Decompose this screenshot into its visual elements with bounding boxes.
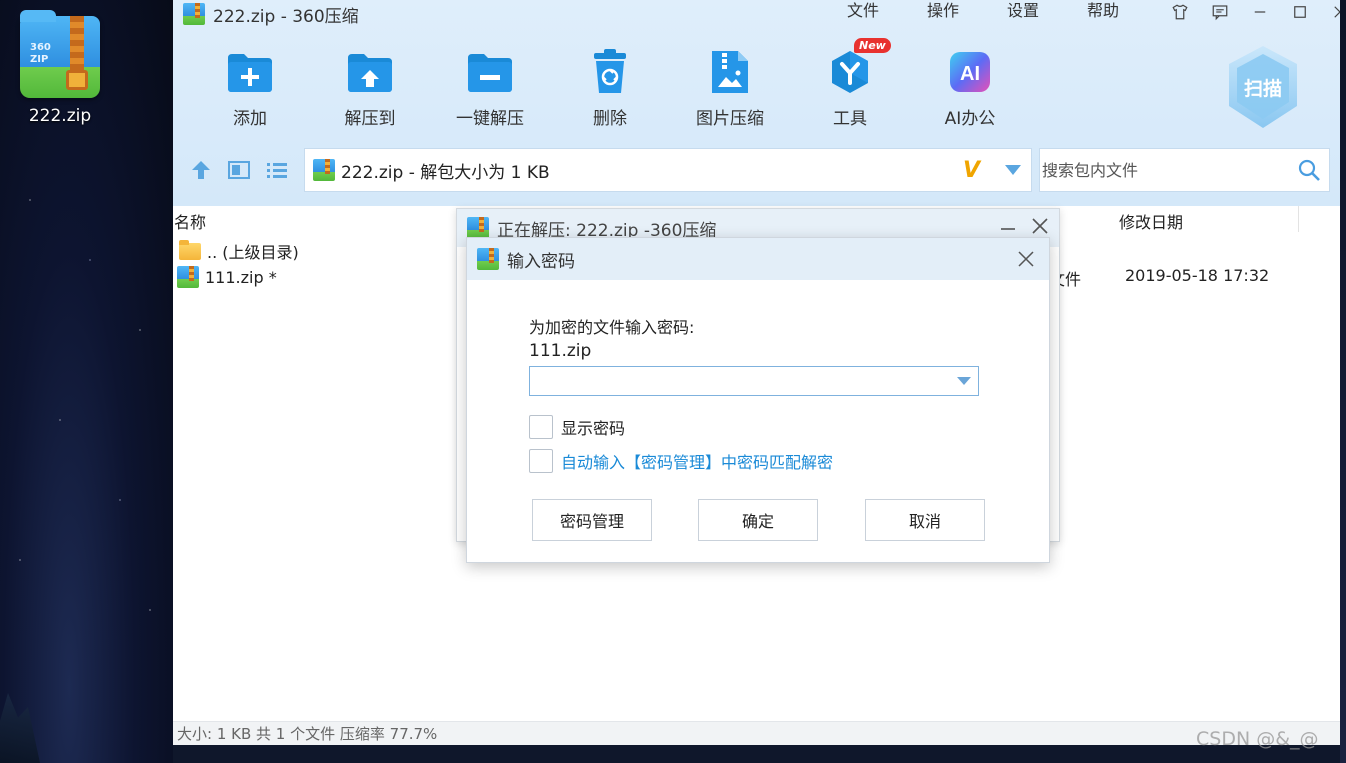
toolbar: 添加 解压到 一键解压 删除 图片压缩 New 工具 AI AI办公 [190,38,1030,129]
password-manager-button[interactable]: 密码管理 [532,499,652,541]
new-badge: New [854,38,891,53]
watermark: CSDN @&_@ [1196,728,1319,750]
toolbar-add-label: 添加 [233,109,267,129]
folder-icon [179,239,201,260]
address-text: 222.zip - 解包大小为 1 KB [341,162,550,183]
maximize-icon[interactable] [1287,0,1313,24]
extract-to-icon [346,48,394,96]
chevron-down-icon[interactable] [950,377,978,385]
desktop-icon-label: 222.zip [28,106,92,126]
toolbar-image-compress-label: 图片压缩 [696,109,764,129]
column-name[interactable]: 名称 [174,209,206,233]
scan-button[interactable]: 扫描 [1225,44,1301,130]
minimize-icon[interactable] [999,217,1017,235]
v-logo-icon[interactable]: V [963,158,989,183]
address-dropdown-icon[interactable] [995,165,1031,175]
desktop-background: 360 ZIP 222.zip [0,0,173,763]
ai-glyph: AI [960,63,980,85]
menu-file[interactable]: 文件 [823,0,903,22]
tree-silhouette [0,693,40,763]
menu-help[interactable]: 帮助 [1063,0,1143,22]
scan-label: 扫描 [1243,77,1282,100]
address-zip-icon [313,159,335,181]
list-item-name: .. (上级目录) [207,243,299,262]
show-password-checkbox[interactable]: 显示密码 [529,415,625,439]
toolbar-delete-label: 删除 [593,109,627,129]
desktop-edge-bottom [173,745,1340,763]
show-password-label: 显示密码 [561,419,626,438]
ok-button[interactable]: 确定 [698,499,818,541]
list-item-modified: 2019-05-18 17:32 [1125,266,1270,285]
desktop-icon-222-zip[interactable]: 360 ZIP 222.zip [18,10,102,126]
column-modified[interactable]: 修改日期 [1119,209,1183,233]
search-icon[interactable] [1289,159,1329,181]
tools-icon [826,48,874,96]
menu-bar: 文件 操作 设置 帮助 [823,0,1143,22]
zip-file-icon [177,266,199,288]
list-view-icon[interactable] [265,158,289,182]
password-dialog-titlebar: 输入密码 [467,238,1049,280]
encrypted-filename: 111.zip [529,341,592,361]
toolbar-extract-to-label: 解压到 [344,109,396,129]
address-bar[interactable]: 222.zip - 解包大小为 1 KB V [304,148,1032,192]
list-item-name: 111.zip * [205,267,277,287]
password-dialog-zip-icon [477,248,499,270]
status-bar: 大小: 1 KB 共 1 个文件 压缩率 77.7% [173,721,1340,745]
thumbnail-view-icon[interactable] [227,158,251,182]
feedback-icon[interactable] [1207,0,1233,24]
menu-actions[interactable]: 操作 [903,0,983,22]
password-input[interactable] [530,367,950,395]
toolbar-tools-label: 工具 [833,109,867,129]
password-dialog-title: 输入密码 [507,251,575,272]
column-separator[interactable] [1298,206,1299,232]
toolbar-ai-office-button[interactable]: AI AI办公 [910,48,1030,129]
cancel-button[interactable]: 取消 [865,499,985,541]
image-compress-icon [706,48,754,96]
checkbox-box[interactable] [529,449,553,473]
checkbox-box[interactable] [529,415,553,439]
up-arrow-icon[interactable] [189,158,213,182]
password-dialog: 输入密码 为加密的文件输入密码: 111.zip 显示密码 自动输入【密码管理】… [466,237,1050,563]
zip-archive-icon: 360 ZIP [20,10,100,98]
auto-fill-checkbox[interactable]: 自动输入【密码管理】中密码匹配解密 [529,449,833,473]
toolbar-one-click-extract-button[interactable]: 一键解压 [430,48,550,129]
password-combobox [529,366,979,396]
toolbar-image-compress-button[interactable]: 图片压缩 [670,48,790,129]
window-title: 222.zip - 360压缩 [183,3,359,27]
app-zip-icon [183,3,205,25]
toolbar-extract-to-button[interactable]: 解压到 [310,48,430,129]
close-icon[interactable] [1031,217,1049,235]
toolbar-tools-button[interactable]: New 工具 [790,38,910,129]
close-icon[interactable] [1015,248,1037,270]
toolbar-ai-office-label: AI办公 [944,109,996,129]
extract-dialog-controls [999,217,1049,235]
toolbar-add-button[interactable]: 添加 [190,48,310,129]
skin-shirt-icon[interactable] [1167,0,1193,24]
one-click-extract-icon [466,48,514,96]
window-controls [1153,0,1340,24]
header-area: 222.zip - 360压缩 文件 操作 设置 帮助 添加 解压到 一键解压 … [173,0,1340,206]
delete-icon [586,48,634,96]
extract-dialog-zip-icon [467,217,489,239]
password-prompt: 为加密的文件输入密码: [529,318,695,337]
desktop-edge [1340,0,1346,763]
nav-buttons [189,158,289,182]
toolbar-delete-button[interactable]: 删除 [550,48,670,129]
search-input[interactable] [1040,149,1289,191]
auto-fill-link[interactable]: 自动输入【密码管理】中密码匹配解密 [561,449,833,473]
zip-icon-badge: 360 ZIP [30,42,51,65]
search-box [1039,148,1330,192]
menu-settings[interactable]: 设置 [983,0,1063,22]
minimize-icon[interactable] [1247,0,1273,24]
add-folder-icon [226,48,274,96]
close-icon[interactable] [1327,0,1340,24]
window-title-text: 222.zip - 360压缩 [213,6,359,27]
ai-office-icon: AI [946,48,994,96]
toolbar-one-click-extract-label: 一键解压 [456,109,524,129]
